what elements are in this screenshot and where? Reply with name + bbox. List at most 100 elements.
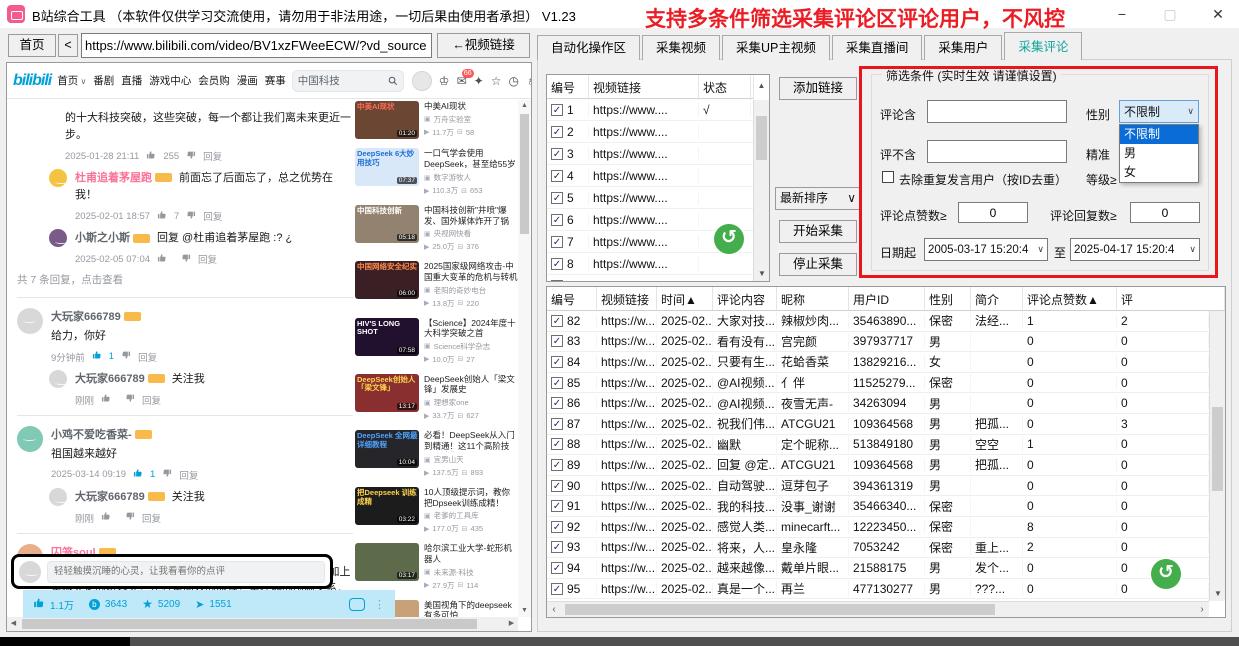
scroll-right-icon[interactable]: ›	[1195, 602, 1209, 617]
avatar[interactable]	[49, 169, 67, 187]
video-title[interactable]: 中国科技创新"井喷"爆发、国外媒体炸开了锅	[424, 205, 518, 226]
column-header[interactable]: 视频链接	[597, 287, 657, 310]
back-button[interactable]: <	[58, 34, 78, 57]
scroll-down-icon[interactable]: ▼	[1210, 587, 1226, 601]
commenter-name[interactable]: 大玩家666789	[75, 373, 145, 385]
scrollbar-thumb[interactable]	[22, 619, 477, 629]
column-header[interactable]: 昵称	[777, 287, 849, 310]
avatar[interactable]	[412, 71, 432, 91]
row-checkbox[interactable]	[551, 280, 563, 283]
video-thumbnail[interactable]: 中美AI现状 01:20	[355, 101, 419, 139]
uploader-name[interactable]: 未来源-科技	[434, 567, 474, 578]
table-row[interactable]: 83 https://w... 2025-02... 看有没有... 宫完颜 3…	[547, 332, 1209, 353]
video-title[interactable]: 中美AI现状	[424, 101, 518, 112]
vertical-scrollbar[interactable]: ▲ ▼	[518, 100, 531, 617]
nav-item[interactable]: 赛事 ∨	[265, 73, 286, 88]
nav-item[interactable]: 会员购 ∨	[198, 73, 230, 88]
video-thumbnail[interactable]: 把Deepseek 训练成精 03:22	[355, 487, 419, 525]
row-checkbox[interactable]	[551, 562, 563, 574]
message-icon[interactable]: ✉66	[457, 74, 467, 88]
dropdown-option[interactable]: 女	[1120, 163, 1198, 182]
row-checkbox[interactable]	[551, 170, 563, 182]
table-row[interactable]: 3 https://www....	[547, 143, 769, 165]
table-row[interactable]: 9 https://www....	[547, 275, 769, 282]
video-card[interactable]: 中美AI现状 01:20 中美AI现状 ▣万舟实验室 ▶11.7万⊟58	[355, 101, 518, 139]
scroll-up-icon[interactable]: ▲	[753, 75, 769, 99]
video-thumbnail[interactable]: HIV'S LONG SHOT 07:58	[355, 318, 419, 356]
favorite-icon[interactable]: ★	[142, 597, 153, 611]
uploader-name[interactable]: 老爹的工具库	[434, 510, 479, 521]
row-checkbox[interactable]	[551, 214, 563, 226]
uploader-name[interactable]: 理想家one	[434, 397, 469, 408]
nav-item[interactable]: 直播 ∨	[121, 73, 142, 88]
scroll-right-icon[interactable]: ▶	[505, 617, 518, 631]
url-input[interactable]	[81, 33, 432, 58]
video-link-button[interactable]: ←视频链接	[437, 33, 530, 58]
date-from-picker[interactable]: 2005-03-17 15:20:4∨	[924, 238, 1048, 261]
dislike-icon[interactable]	[181, 253, 191, 266]
column-header[interactable]: 性别	[925, 287, 971, 310]
video-title[interactable]: 2025国家级网络攻击-中国重大变革的危机与转机	[424, 261, 518, 282]
uploader-name[interactable]: 数字游牧人	[434, 172, 472, 183]
video-title[interactable]: 10人顶级提示词，教你把Dpseek训练成精！	[424, 487, 518, 508]
video-card[interactable]: 中国科技创新 05:18 中国科技创新"井喷"爆发、国外媒体炸开了锅 ▣央视网快…	[355, 205, 518, 252]
table-row[interactable]: 5 https://www....	[547, 187, 769, 209]
reply-button[interactable]: 回复	[142, 511, 161, 525]
creator-icon[interactable]: ♁	[526, 74, 532, 88]
column-header[interactable]: 简介	[971, 287, 1023, 310]
row-checkbox[interactable]	[551, 583, 563, 595]
tab[interactable]: 采集UP主视频	[722, 35, 830, 60]
reply-button[interactable]: 回复	[203, 209, 222, 223]
column-header[interactable]: 状态	[699, 75, 751, 100]
close-button[interactable]: ✕	[1209, 6, 1227, 23]
like-icon[interactable]	[92, 350, 102, 363]
table-row[interactable]: 86 https://w... 2025-02... @AI视频... 夜雪无声…	[547, 393, 1209, 414]
tab[interactable]: 采集用户	[924, 35, 1002, 60]
uploader-name[interactable]: 万舟实验室	[434, 114, 472, 125]
tab[interactable]: 自动化操作区	[537, 35, 640, 60]
more-icon[interactable]: ⋮	[374, 598, 385, 611]
video-thumbnail[interactable]: DeepSeek 6大妙用技巧 07:37	[355, 148, 419, 186]
avatar[interactable]	[17, 426, 43, 452]
column-header[interactable]: 时间▲	[657, 287, 713, 310]
sort-order-select[interactable]: 最新排序∨	[775, 187, 861, 210]
dislike-icon[interactable]	[186, 210, 196, 223]
table-row[interactable]: 93 https://w... 2025-02... 将来，人... 皇永隆 7…	[547, 538, 1209, 559]
nav-item[interactable]: 游戏中心 ∨	[149, 73, 191, 88]
scrollbar-thumb[interactable]	[520, 114, 529, 234]
row-checkbox[interactable]	[551, 459, 563, 471]
video-title[interactable]: 【Science】2024年度十大科学突破之首	[424, 318, 518, 339]
table-row[interactable]: 94 https://w... 2025-02... 越来越像... 戴单片眼.…	[547, 558, 1209, 579]
scrollbar-thumb[interactable]	[756, 116, 767, 160]
like-icon[interactable]	[101, 393, 111, 406]
video-card[interactable]: 把Deepseek 训练成精 03:22 10人顶级提示词，教你把Dpseek训…	[355, 487, 518, 534]
like-icon[interactable]	[157, 210, 167, 223]
video-thumbnail[interactable]: 03:17	[355, 543, 419, 581]
minimize-button[interactable]: −	[1113, 6, 1131, 22]
table-row[interactable]: 89 https://w... 2025-02... 回复 @定... ATCG…	[547, 455, 1209, 476]
video-card[interactable]: 中国网络安全纪实 06:00 2025国家级网络攻击-中国重大变革的危机与转机 …	[355, 261, 518, 308]
column-header[interactable]: 评论点赞数▲	[1023, 287, 1117, 310]
table-row[interactable]: 1 https://www.... √	[547, 99, 769, 121]
dislike-icon[interactable]	[121, 350, 131, 363]
comment-contains-input[interactable]	[927, 100, 1067, 123]
video-title[interactable]: 必看！DeepSeek从入门到精通！这11个高阶技巧，让你	[424, 430, 518, 452]
comment-input[interactable]	[47, 561, 325, 583]
uploader-name[interactable]: Science科学杂志	[434, 341, 491, 352]
column-header[interactable]: 评论内容	[713, 287, 777, 310]
row-checkbox[interactable]	[551, 126, 563, 138]
dynamic-icon[interactable]: ✦	[474, 74, 484, 88]
row-checkbox[interactable]	[551, 521, 563, 533]
row-checkbox[interactable]	[551, 192, 563, 204]
reply-button[interactable]: 回复	[203, 149, 222, 163]
tab[interactable]: 采集评论	[1004, 32, 1082, 60]
commenter-name[interactable]: 大玩家666789	[75, 491, 145, 503]
table-row[interactable]: 90 https://w... 2025-02... 自动驾驶... 逗芽包子 …	[547, 476, 1209, 497]
dislike-icon[interactable]	[125, 511, 135, 524]
nav-item[interactable]: 番剧 ∨	[93, 73, 114, 88]
uploader-name[interactable]: 宜男山天	[434, 454, 464, 465]
commenter-name[interactable]: 小鸡不爱吃香菜-	[51, 429, 132, 441]
like-icon[interactable]	[133, 468, 143, 481]
scrollbar-thumb[interactable]	[565, 604, 995, 615]
row-checkbox[interactable]	[551, 418, 563, 430]
